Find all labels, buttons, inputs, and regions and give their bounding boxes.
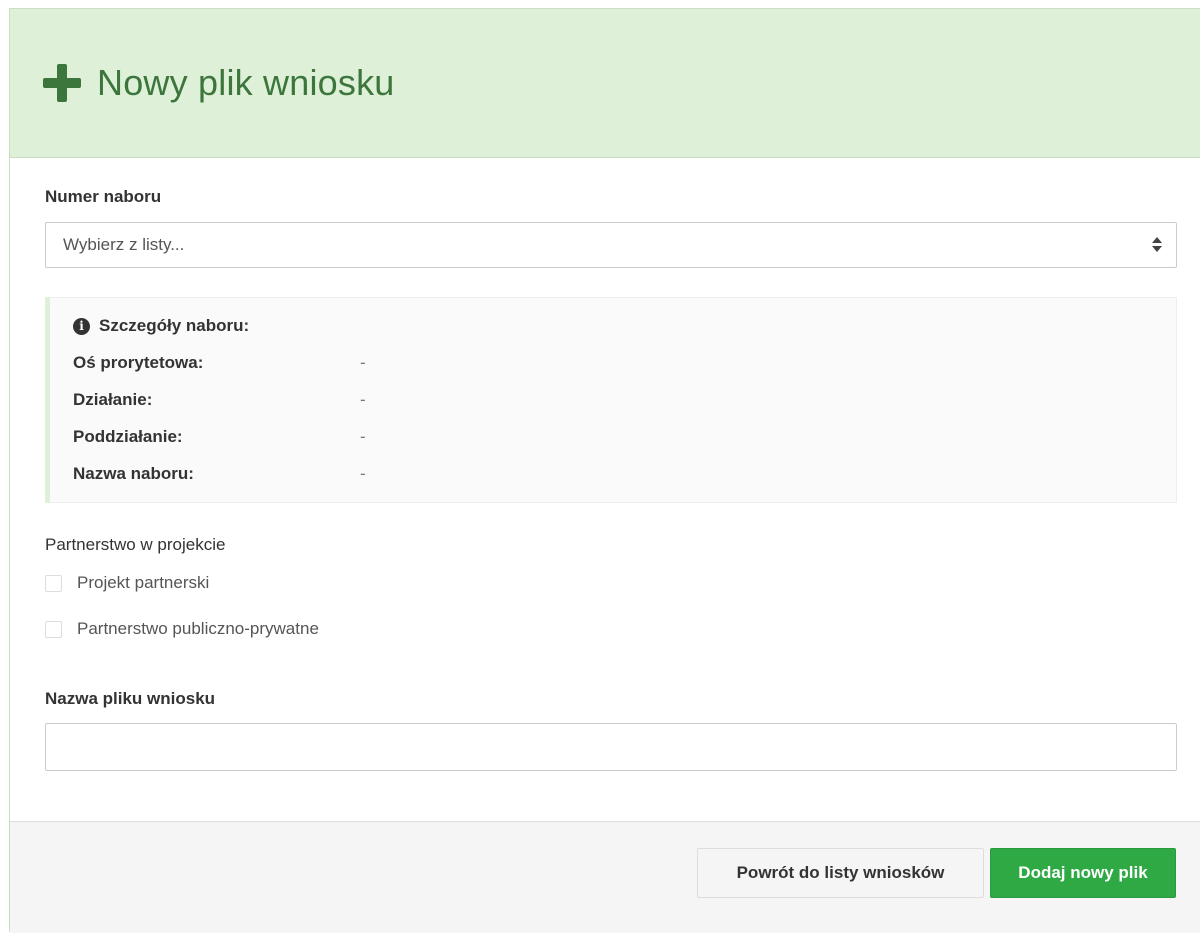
- details-row-label: Poddziałanie:: [73, 427, 183, 446]
- plus-icon: [43, 64, 81, 102]
- checkbox[interactable]: [45, 574, 62, 592]
- details-row-value: -: [360, 390, 366, 409]
- details-row-value: -: [360, 464, 366, 483]
- checkbox-label: Partnerstwo publiczno-prywatne: [77, 619, 319, 638]
- select-caret-icon: [1152, 237, 1162, 253]
- checkbox-label: Projekt partnerski: [77, 573, 210, 592]
- nabor-details-box: i Szczegóły naboru: Oś prorytetowa: - Dz…: [45, 297, 1177, 503]
- panel-footer: Powrót do listy wniosków Dodaj nowy plik: [10, 821, 1200, 933]
- details-row-label: Nazwa naboru:: [73, 464, 194, 483]
- checkbox-public-private[interactable]: Partnerstwo publiczno-prywatne: [45, 619, 319, 639]
- details-row-label: Oś prorytetowa:: [73, 353, 204, 372]
- nabor-select[interactable]: Wybierz z listy...: [45, 222, 1177, 268]
- new-file-panel: Nowy plik wniosku Numer naboru Wybierz z…: [9, 8, 1200, 933]
- partnership-label: Partnerstwo w projekcie: [45, 535, 226, 554]
- checkbox[interactable]: [45, 620, 62, 638]
- details-row-value: -: [360, 427, 366, 446]
- panel-heading: Nowy plik wniosku: [10, 9, 1200, 158]
- back-to-list-button[interactable]: Powrót do listy wniosków: [697, 848, 984, 898]
- details-row-value: -: [360, 353, 366, 372]
- filename-input[interactable]: [45, 723, 1177, 771]
- filename-label: Nazwa pliku wniosku: [45, 689, 216, 708]
- page-title: Nowy plik wniosku: [97, 62, 395, 103]
- nabor-number-label: Numer naboru: [45, 187, 162, 206]
- checkbox-partner-project[interactable]: Projekt partnerski: [45, 573, 209, 593]
- details-row-label: Działanie:: [73, 390, 153, 409]
- info-icon: i: [73, 318, 90, 335]
- nabor-select-value: Wybierz z listy...: [63, 235, 185, 254]
- add-new-file-button[interactable]: Dodaj nowy plik: [990, 848, 1176, 898]
- details-heading: Szczegóły naboru:: [99, 316, 250, 335]
